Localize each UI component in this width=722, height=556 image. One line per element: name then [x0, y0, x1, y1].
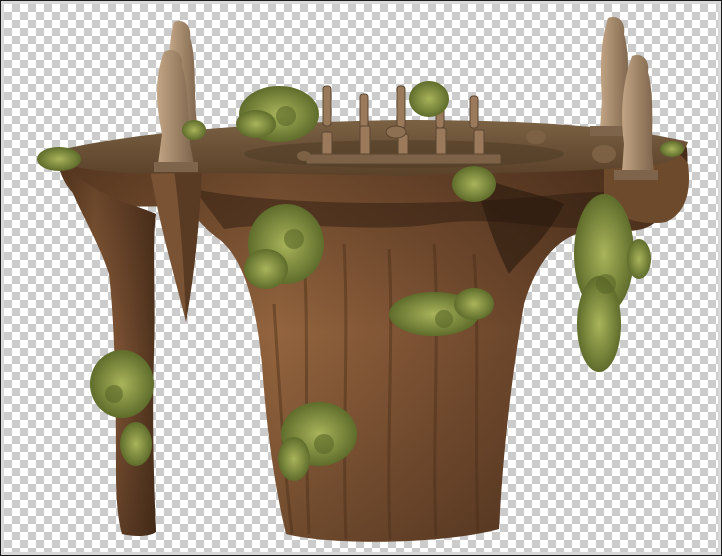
floating-island-illustration: [37, 16, 690, 542]
image-frame: [0, 0, 722, 556]
left-rock-pillar: [62, 164, 156, 537]
stalactite-spike: [149, 164, 202, 322]
transparency-canvas: [4, 4, 718, 552]
